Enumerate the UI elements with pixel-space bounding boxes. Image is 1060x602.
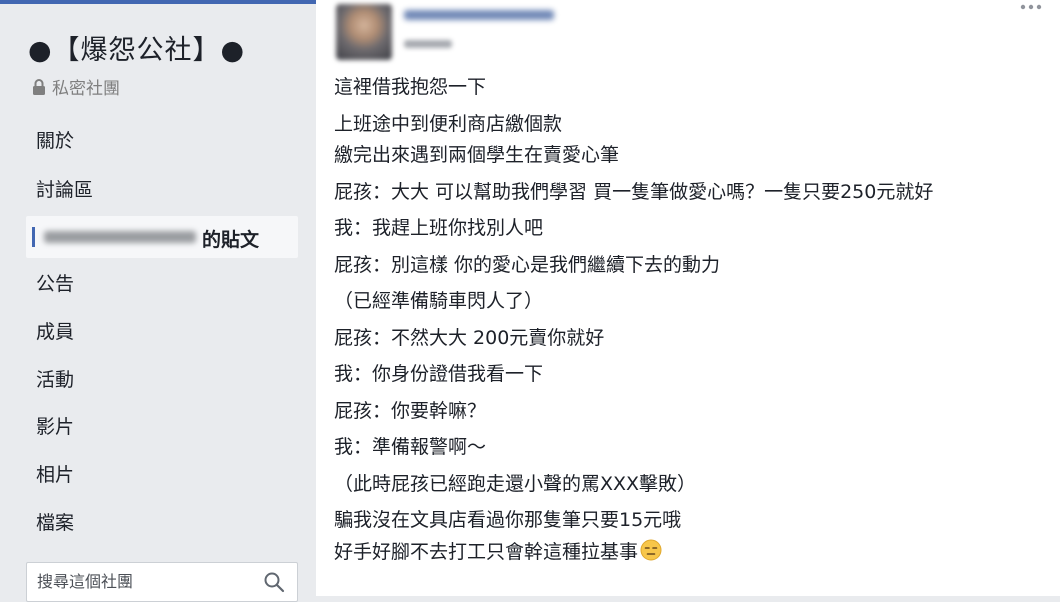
post-timestamp-blurred[interactable]	[404, 40, 452, 48]
post-line: 上班途中到便利商店繳個款	[334, 112, 563, 135]
post-line: 騙我沒在文具店看過你那隻筆只要15元哦	[334, 509, 682, 531]
privacy-text: 私密社團	[52, 79, 120, 99]
group-title[interactable]: ●【爆怨公社】●	[28, 28, 245, 67]
nav-item-about[interactable]: 關於	[36, 126, 74, 153]
post-line-last: 好手好腳不去打工只會幹這種拉基事	[334, 537, 1054, 569]
privacy-label: 私密社團	[32, 74, 120, 99]
nav-item-members[interactable]: 成員	[36, 317, 74, 344]
post-body: 這裡借我抱怨一下 上班途中到便利商店繳個款 繳完出來遇到兩個學生在賣愛心筆 屁孩…	[334, 72, 1054, 568]
post-line: 屁孩：你要幹嘛？	[334, 399, 487, 422]
post-card: 這裡借我抱怨一下 上班途中到便利商店繳個款 繳完出來遇到兩個學生在賣愛心筆 屁孩…	[316, 0, 1060, 596]
lock-icon	[33, 78, 45, 95]
search-icon[interactable]	[263, 571, 285, 593]
expressionless-face-icon	[640, 539, 662, 560]
more-options-icon[interactable]	[1016, 2, 1046, 12]
post-line: 我：準備報警啊～	[334, 436, 487, 458]
post-line: 我：你身份證借我看一下	[334, 363, 544, 385]
post-line: （已經準備騎車閃人了）	[334, 290, 544, 312]
blurred-member-name	[44, 231, 196, 243]
group-search-input[interactable]	[35, 571, 259, 592]
nav-item-files[interactable]: 檔案	[36, 508, 74, 535]
nav-item-events[interactable]: 活動	[36, 365, 74, 392]
post-line: （此時屁孩已經跑走還小聲的罵XXX擊敗）	[334, 472, 697, 495]
group-sidebar: ●【爆怨公社】● 私密社團 關於 討論區 的貼文 公告 成員 活動 影片 相片 …	[0, 4, 316, 596]
group-search-box[interactable]	[26, 562, 298, 602]
active-indicator	[32, 227, 35, 247]
author-name-blurred[interactable]	[404, 10, 554, 20]
nav-item-announcements[interactable]: 公告	[36, 269, 74, 296]
nav-item-videos[interactable]: 影片	[36, 412, 74, 439]
nav-item-member-posts-label: 的貼文	[202, 229, 260, 251]
nav-item-discussion[interactable]: 討論區	[36, 175, 93, 202]
nav-item-member-posts[interactable]: 的貼文	[26, 216, 298, 258]
post-line: 屁孩：大大 可以幫助我們學習 買一隻筆做愛心嗎？一隻只要250元就好	[334, 180, 934, 203]
post-line: 屁孩：別這樣 你的愛心是我們繼續下去的動力	[334, 253, 721, 276]
post-line: 屁孩：不然大大 200元賣你就好	[334, 326, 605, 349]
nav-item-photos[interactable]: 相片	[36, 460, 74, 487]
post-line: 這裡借我抱怨一下	[334, 76, 487, 98]
post-line: 繳完出來遇到兩個學生在賣愛心筆	[334, 144, 620, 166]
author-avatar[interactable]	[336, 4, 392, 60]
post-line-text: 好手好腳不去打工只會幹這種拉基事	[334, 540, 639, 563]
post-line: 我：我趕上班你找別人吧	[334, 217, 544, 239]
